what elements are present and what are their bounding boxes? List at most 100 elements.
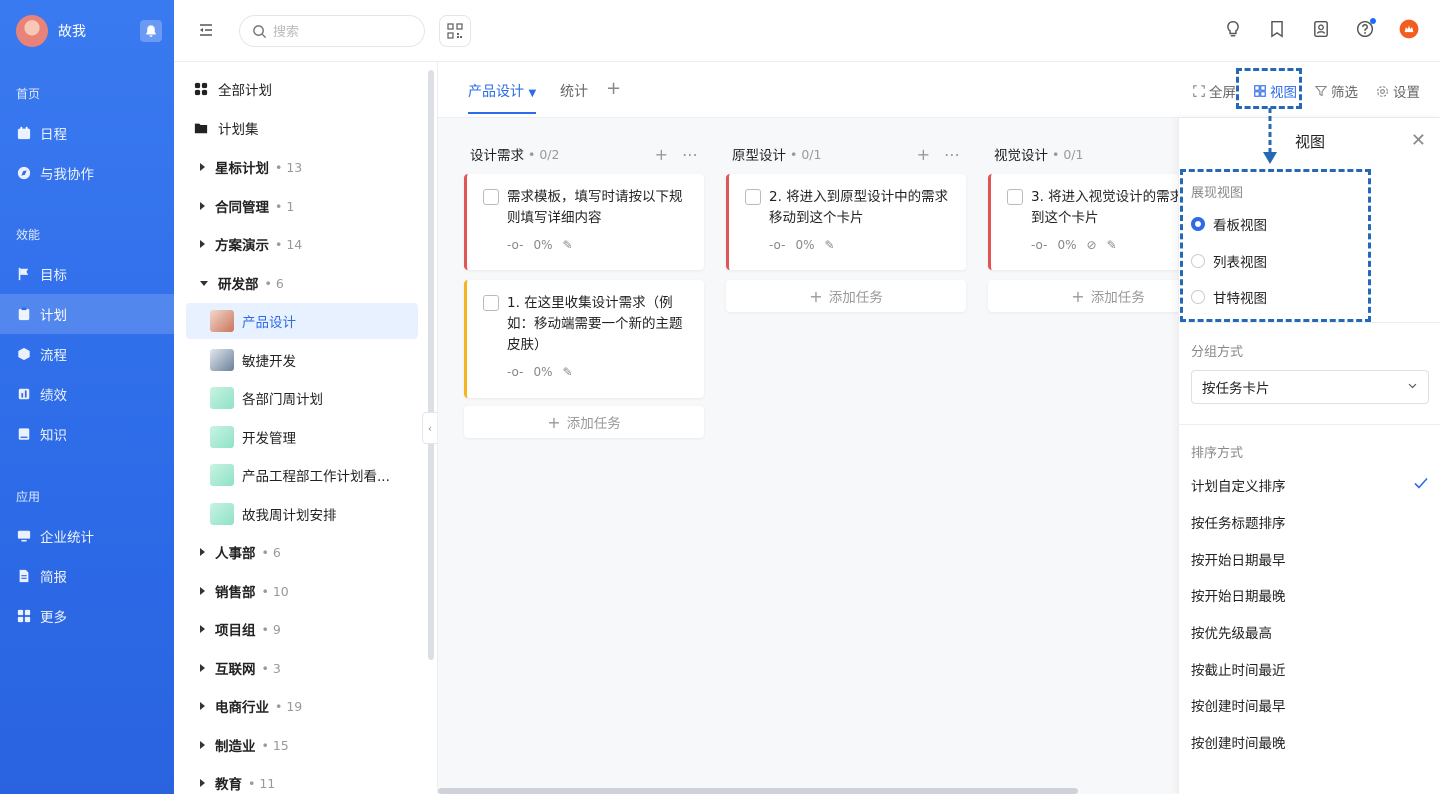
caret-right-icon	[200, 240, 205, 248]
task-checkbox[interactable]	[745, 189, 761, 205]
nav-item-performance[interactable]: 绩效	[0, 374, 174, 414]
tab-stats[interactable]: 统计	[560, 81, 588, 101]
tree-group-ecommerce[interactable]: 电商行业 • 19	[186, 688, 418, 724]
caret-right-icon	[200, 664, 205, 672]
nav-item-knowledge[interactable]: 知识	[0, 414, 174, 454]
sort-by-label: 排序方式	[1191, 446, 1244, 461]
board-horizontal-scrollbar[interactable]	[438, 788, 1078, 794]
nav-item-goal[interactable]: 目标	[0, 254, 174, 294]
settings-button[interactable]: 设置	[1376, 81, 1420, 101]
group-by-select[interactable]: 按任务卡片	[1191, 370, 1429, 404]
tree-group-demo[interactable]: 方案演示 • 14	[186, 226, 418, 262]
tree-group-internet[interactable]: 互联网 • 3	[186, 650, 418, 686]
tree-label: 全部计划	[218, 83, 272, 99]
sort-option[interactable]: 按创建时间最晚	[1191, 732, 1429, 752]
search-input[interactable]	[273, 23, 403, 39]
sort-option[interactable]: 按开始日期最早	[1191, 549, 1429, 569]
add-card-icon[interactable]: +	[917, 145, 930, 164]
tree-group-starred[interactable]: 星标计划 • 13	[186, 149, 418, 185]
column-title: 原型设计	[732, 148, 786, 164]
add-task-label: 添加任务	[566, 416, 621, 432]
task-checkbox[interactable]	[1007, 189, 1023, 205]
tree-plan-weekly[interactable]: 各部门周计划	[186, 380, 418, 416]
sort-option-label: 按截止时间最近	[1191, 663, 1286, 679]
more-icon[interactable]: ⋯	[944, 145, 960, 164]
user-name: 故我	[58, 24, 86, 40]
nav-item-enterprise-stats[interactable]: 企业统计	[0, 516, 174, 556]
collapse-menu-icon[interactable]	[198, 22, 214, 42]
close-icon[interactable]: ✕	[1411, 130, 1426, 151]
nav-item-plan[interactable]: 计划	[0, 294, 174, 334]
nav-item-label: 绩效	[40, 388, 67, 404]
more-icon[interactable]: ⋯	[682, 145, 698, 164]
tree-plan-guwo-weekly[interactable]: 故我周计划安排	[186, 496, 418, 532]
annotation-arrow-icon	[1263, 108, 1277, 164]
lightbulb-icon[interactable]	[1222, 18, 1244, 40]
tab-label: 产品设计	[468, 84, 524, 100]
bookmark-icon[interactable]	[1266, 18, 1288, 40]
tree-group-rnd[interactable]: 研发部 • 6	[186, 265, 418, 301]
fullscreen-button[interactable]: 全屏	[1193, 81, 1236, 101]
tab-product-design[interactable]: 产品设计 ▼	[468, 81, 537, 114]
task-checkbox[interactable]	[483, 295, 499, 311]
nav-item-process[interactable]: 流程	[0, 334, 174, 374]
collapse-tree-handle[interactable]: ‹	[422, 412, 437, 444]
board-column: 设计需求 • 0/2 + ⋯ 需求模板，填写时请按以下规则填写详细内容 -o- 0%…	[464, 134, 704, 534]
nav-item-schedule[interactable]: 日程	[0, 113, 174, 153]
task-card[interactable]: 1. 在这里收集设计需求（例如：移动端需要一个新的主题皮肤） -o- 0% ✎	[464, 280, 704, 398]
edit-icon[interactable]: ✎	[563, 365, 573, 379]
filter-button[interactable]: 筛选	[1315, 81, 1358, 101]
sort-option[interactable]: 按创建时间最早	[1191, 695, 1429, 715]
sort-option[interactable]: 按截止时间最近	[1191, 659, 1429, 679]
tree-group-project[interactable]: 项目组 • 9	[186, 611, 418, 647]
caret-right-icon	[200, 702, 205, 710]
sort-option-label: 计划自定义排序	[1191, 479, 1286, 495]
sort-option[interactable]: 按优先级最高	[1191, 622, 1429, 642]
nav-item-collab[interactable]: 与我协作	[0, 153, 174, 193]
attachment-icon[interactable]: ⊘	[1087, 238, 1097, 252]
filter-label: 筛选	[1331, 85, 1358, 101]
edit-icon[interactable]: ✎	[563, 238, 573, 252]
tree-group-education[interactable]: 教育 • 11	[186, 765, 418, 794]
tree-plan-set[interactable]: 计划集	[186, 110, 418, 146]
tree-plan-product-design[interactable]: 产品设计	[186, 303, 418, 339]
tree-plan-agile[interactable]: 敏捷开发	[186, 342, 418, 378]
sort-option[interactable]: 计划自定义排序	[1191, 475, 1429, 495]
divider	[1179, 424, 1440, 425]
tree-group-sales[interactable]: 销售部 • 10	[186, 573, 418, 609]
tree-all-plans[interactable]: 全部计划	[186, 71, 418, 107]
search-box[interactable]	[239, 15, 425, 47]
column-count: • 0/2	[528, 146, 560, 162]
add-task-button[interactable]: + 添加任务	[464, 406, 704, 438]
nav-item-brief[interactable]: 简报	[0, 556, 174, 596]
column-title: 视觉设计	[994, 148, 1048, 164]
task-checkbox[interactable]	[483, 189, 499, 205]
qr-code-icon[interactable]	[439, 15, 471, 47]
add-task-button[interactable]: + 添加任务	[726, 280, 966, 312]
sort-option[interactable]: 按任务标题排序	[1191, 512, 1429, 532]
caret-right-icon	[200, 625, 205, 633]
task-card[interactable]: 需求模板，填写时请按以下规则填写详细内容 -o- 0% ✎	[464, 174, 704, 270]
tree-plan-dev-mgmt[interactable]: 开发管理	[186, 419, 418, 455]
tree-group-hr[interactable]: 人事部 • 6	[186, 534, 418, 570]
tree-scrollbar[interactable]	[428, 70, 434, 660]
nav-item-more[interactable]: 更多	[0, 596, 174, 636]
progress-icon: -o-	[507, 365, 524, 379]
task-title: 2. 将进入到原型设计中的需求移动到这个卡片	[769, 189, 949, 226]
task-card[interactable]: 2. 将进入到原型设计中的需求移动到这个卡片 -o- 0% ✎	[726, 174, 966, 270]
help-icon[interactable]	[1354, 18, 1376, 40]
bell-icon[interactable]	[140, 20, 162, 42]
sort-option[interactable]: 按开始日期最晚	[1191, 585, 1429, 605]
brand-logo-icon[interactable]	[1398, 18, 1420, 40]
contacts-icon[interactable]	[1310, 18, 1332, 40]
tree-group-contract[interactable]: 合同管理 • 1	[186, 188, 418, 224]
add-tab-button[interactable]: +	[606, 78, 621, 99]
avatar[interactable]	[16, 15, 48, 47]
edit-icon[interactable]: ✎	[825, 238, 835, 252]
edit-icon[interactable]: ✎	[1107, 238, 1117, 252]
plan-tree: 全部计划 计划集 星标计划 • 13 合同管理 • 1 方案演示 • 14 研发部 • …	[174, 62, 438, 794]
add-card-icon[interactable]: +	[655, 145, 668, 164]
tree-group-manufacturing[interactable]: 制造业 • 15	[186, 727, 418, 763]
user-profile[interactable]: 故我	[16, 15, 162, 47]
tree-plan-eng-board[interactable]: 产品工程部工作计划看...	[186, 457, 418, 493]
